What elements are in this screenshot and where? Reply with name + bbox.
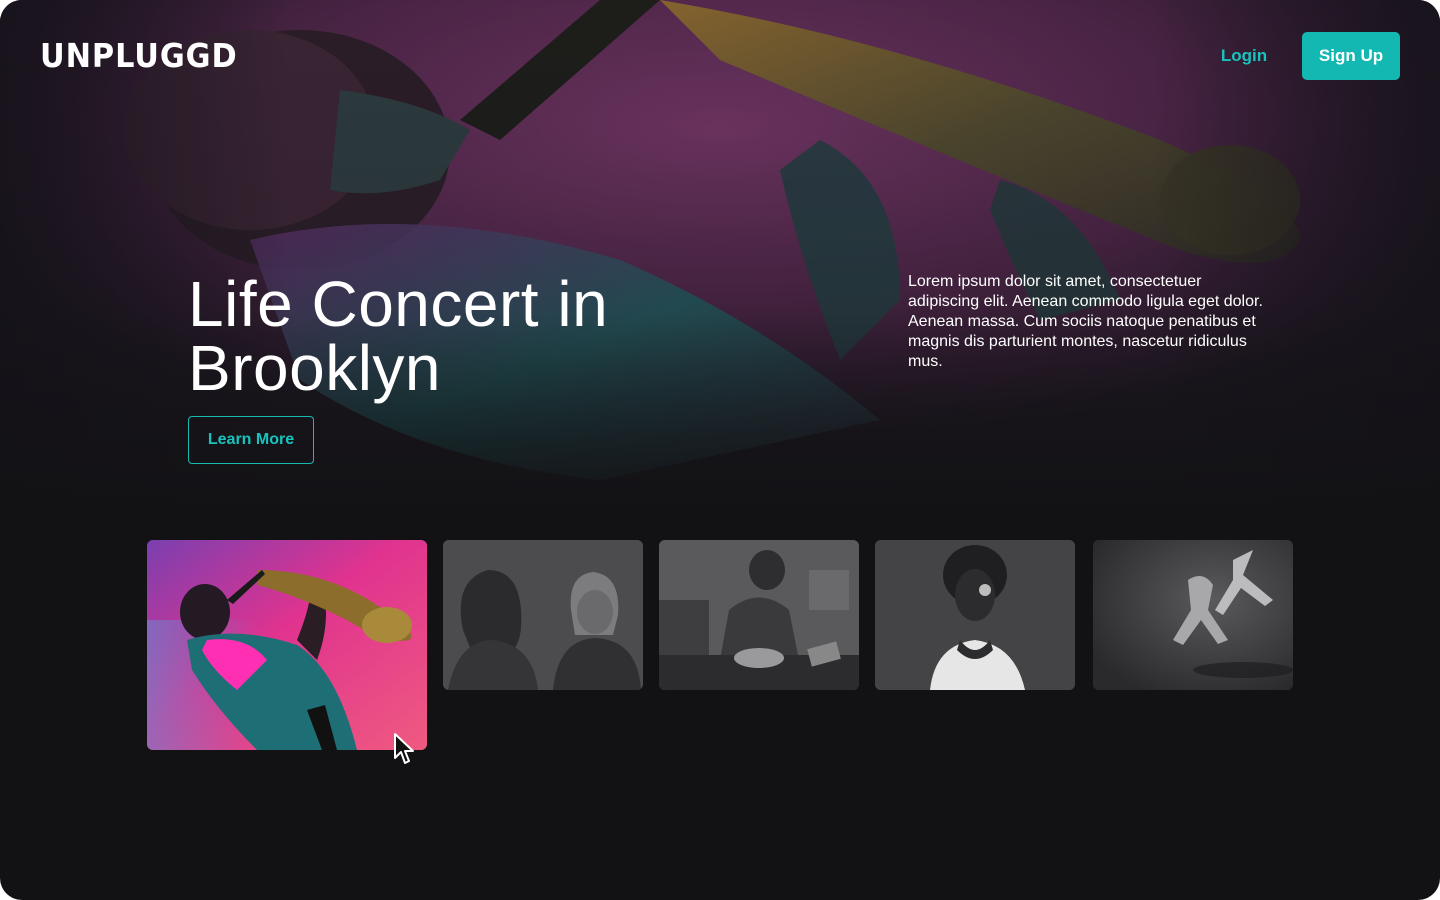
two-women-image bbox=[443, 540, 643, 690]
login-link[interactable]: Login bbox=[1206, 38, 1282, 74]
hero-description: Lorem ipsum dolor sit amet, consectetuer… bbox=[908, 273, 1263, 370]
thumbnail-saxophone-player[interactable] bbox=[147, 540, 427, 750]
learn-more-button[interactable]: Learn More bbox=[188, 416, 314, 464]
dancers-image bbox=[1093, 540, 1293, 690]
woman-portrait-image bbox=[875, 540, 1075, 690]
thumbnail-woman-baking[interactable] bbox=[659, 540, 859, 690]
hero-title-line-2: Brooklyn bbox=[188, 332, 441, 404]
hero-title: Life Concert in Brooklyn bbox=[188, 272, 708, 400]
woman-baking-image bbox=[659, 540, 859, 690]
brand-logo[interactable]: UNPLUGGD bbox=[40, 38, 238, 74]
app-frame: UNPLUGGD Login Sign Up Life Concert in B… bbox=[0, 0, 1440, 900]
thumbnail-two-women[interactable] bbox=[443, 540, 643, 690]
signup-button[interactable]: Sign Up bbox=[1302, 32, 1400, 80]
thumbnail-dancers[interactable] bbox=[1093, 540, 1293, 690]
hero-title-line-1: Life Concert in bbox=[188, 268, 609, 340]
thumbnail-woman-portrait[interactable] bbox=[875, 540, 1075, 690]
saxophone-player-image bbox=[147, 540, 427, 750]
mouse-pointer-icon bbox=[394, 733, 414, 764]
